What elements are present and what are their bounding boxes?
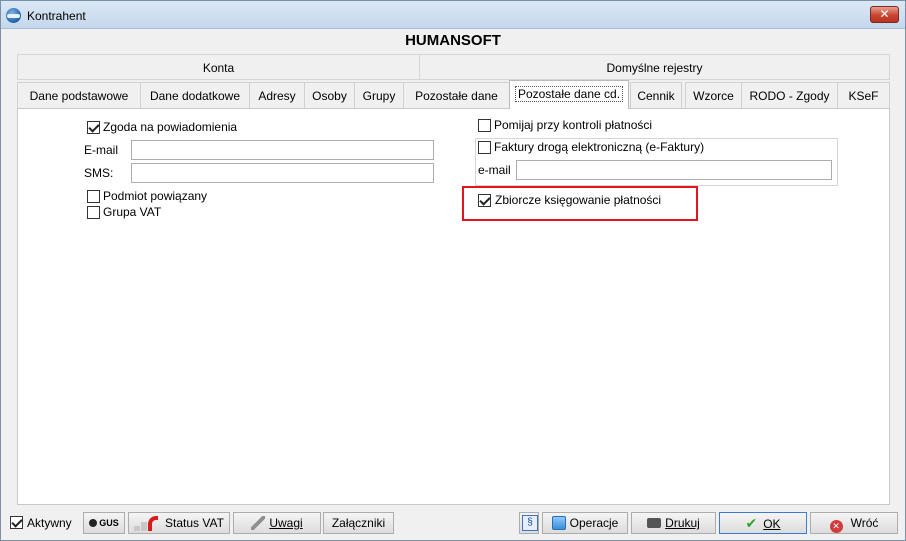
back-button[interactable]: ✕ Wróć	[810, 512, 898, 534]
tab-adresy[interactable]: Adresy	[249, 82, 305, 109]
gus-icon	[89, 519, 98, 527]
related-entity-checkbox[interactable]	[87, 190, 100, 203]
bottom-bar: Aktywny GUS Status VAT Uwagi Załączniki …	[1, 510, 905, 538]
checkmark-icon: ✔	[745, 515, 758, 531]
skip-payment-control-checkbox[interactable]	[478, 119, 491, 132]
ok-label: OK	[763, 517, 781, 531]
einvoice-label: Faktury drogą elektroniczną (e-Faktury)	[494, 140, 705, 154]
tab-dane-podstawowe[interactable]: Dane podstawowe	[17, 82, 141, 109]
calculator-button[interactable]: §	[519, 512, 539, 534]
operations-button[interactable]: Operacje	[542, 512, 628, 534]
related-entity-label: Podmiot powiązany	[103, 189, 208, 203]
tab-ksef[interactable]: KSeF	[837, 82, 890, 109]
consent-label: Zgoda na powiadomienia	[103, 120, 238, 134]
tab-osoby[interactable]: Osoby	[304, 82, 355, 109]
skip-payment-control-label: Pomijaj przy kontroli płatności	[494, 118, 653, 132]
active-checkbox[interactable]	[10, 516, 23, 529]
window-title: Kontrahent	[27, 9, 86, 23]
einvoice-checkbox[interactable]	[478, 141, 491, 154]
tab-grupy[interactable]: Grupy	[354, 82, 404, 109]
tab-pozostale-dane[interactable]: Pozostałe dane	[403, 82, 510, 109]
attachments-button[interactable]: Załączniki	[323, 512, 394, 534]
notes-label: Uwagi	[269, 516, 303, 530]
tab-domyslne-rejestry[interactable]: Domyślne rejestry	[419, 54, 890, 80]
cancel-icon: ✕	[829, 520, 843, 533]
ok-button[interactable]: ✔ OK	[719, 512, 807, 534]
tab-wzorce[interactable]: Wzorce	[685, 82, 742, 109]
title-bar: Kontrahent ✕	[1, 1, 905, 29]
email-field[interactable]	[131, 140, 434, 160]
consent-checkbox[interactable]	[87, 121, 100, 134]
app-icon	[6, 8, 21, 23]
notes-button[interactable]: Uwagi	[233, 512, 321, 534]
vat-group-label: Grupa VAT	[103, 205, 162, 219]
status-vat-button[interactable]: Status VAT	[128, 512, 230, 534]
gus-button[interactable]: GUS	[83, 512, 125, 534]
tab-rodo-zgody[interactable]: RODO - Zgody	[741, 82, 838, 109]
pencil-icon	[251, 516, 266, 530]
sms-field[interactable]	[131, 163, 434, 183]
gus-label: GUS	[99, 518, 119, 528]
collective-booking-label: Zbiorcze księgowanie płatności	[495, 193, 662, 207]
email-label: E-mail	[84, 143, 119, 157]
tab-pozostale-dane-cd-label: Pozostałe dane cd.	[514, 86, 624, 102]
tab-konta[interactable]: Konta	[17, 54, 420, 80]
back-label: Wróć	[850, 516, 879, 530]
print-label: Drukuj	[665, 516, 700, 530]
active-label: Aktywny	[27, 516, 72, 530]
close-button[interactable]: ✕	[870, 6, 899, 23]
vat-group-checkbox[interactable]	[87, 206, 100, 219]
status-vat-label: Status VAT	[165, 516, 224, 530]
einvoice-email-label: e-mail	[478, 163, 511, 177]
printer-icon	[647, 518, 662, 528]
operations-label: Operacje	[569, 516, 619, 530]
tab-cennik[interactable]: Cennik	[630, 82, 682, 109]
company-name: HUMANSOFT	[405, 32, 501, 49]
attachments-label: Załączniki	[331, 516, 386, 530]
operations-icon	[551, 516, 566, 530]
collective-booking-checkbox[interactable]	[478, 194, 491, 207]
calculator-icon: §	[522, 515, 538, 531]
status-vat-icon	[134, 516, 164, 531]
sms-label: SMS:	[84, 166, 114, 180]
print-button[interactable]: Drukuj	[631, 512, 716, 534]
einvoice-email-field[interactable]	[516, 160, 832, 180]
contractor-window: Kontrahent ✕ HUMANSOFT Konta Domyślne re…	[0, 0, 906, 541]
tab-pozostale-dane-cd[interactable]: Pozostałe dane cd.	[509, 80, 629, 109]
tab-dane-dodatkowe[interactable]: Dane dodatkowe	[140, 82, 250, 109]
